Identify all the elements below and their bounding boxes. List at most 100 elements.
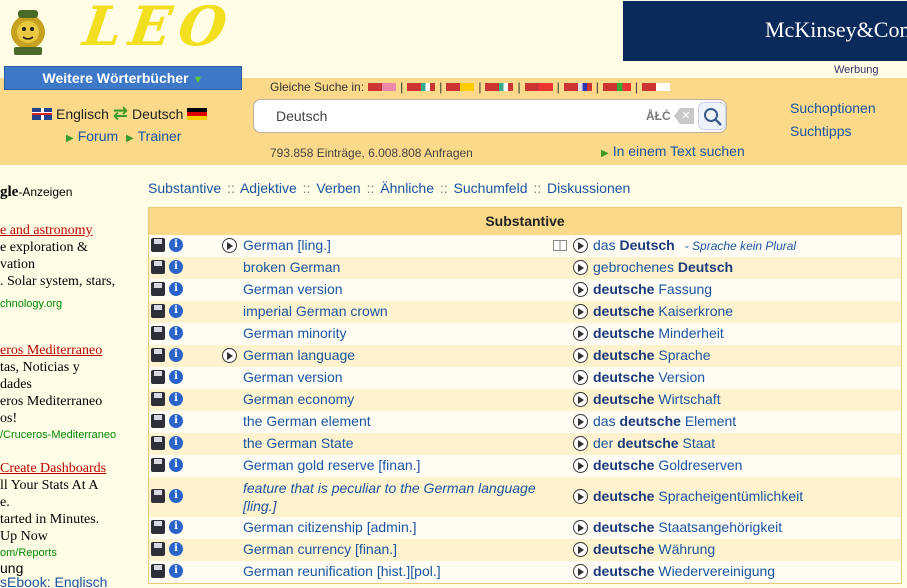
save-icon[interactable]: [151, 489, 165, 503]
text-search-link[interactable]: ▶ In einem Text suchen: [601, 143, 745, 159]
flag-pair-icon[interactable]: [407, 83, 436, 91]
nav-substantive[interactable]: Substantive: [148, 180, 221, 196]
english-term[interactable]: broken German: [243, 259, 340, 275]
ad-banner[interactable]: McKinsey&Company: [623, 1, 907, 61]
nav-adjektive[interactable]: Adjektive: [240, 180, 297, 196]
save-icon[interactable]: [151, 564, 165, 578]
lang-from[interactable]: Englisch: [56, 106, 109, 122]
english-term[interactable]: German currency [finan.]: [243, 541, 397, 557]
play-audio-icon[interactable]: [573, 436, 588, 451]
lang-to[interactable]: Deutsch: [132, 106, 183, 122]
info-icon[interactable]: i: [169, 520, 183, 534]
play-audio-icon[interactable]: [573, 304, 588, 319]
german-term[interactable]: deutsche Sprache: [593, 347, 711, 363]
play-audio-icon[interactable]: [222, 348, 237, 363]
save-icon[interactable]: [151, 436, 165, 450]
english-term[interactable]: the German State: [243, 435, 354, 451]
ad-title[interactable]: e and astronomy: [0, 222, 142, 239]
english-term[interactable]: German version: [243, 281, 343, 297]
info-icon[interactable]: i: [169, 260, 183, 274]
german-term[interactable]: deutsche Staatsangehörigkeit: [593, 519, 782, 535]
save-icon[interactable]: [151, 542, 165, 556]
ad-title[interactable]: eros Mediterraneo: [0, 342, 142, 359]
forum-link[interactable]: Forum: [78, 128, 118, 144]
save-icon[interactable]: [151, 326, 165, 340]
german-term[interactable]: gebrochenes Deutsch: [593, 259, 733, 275]
english-term[interactable]: German economy: [243, 391, 354, 407]
play-audio-icon[interactable]: [573, 520, 588, 535]
ad-block[interactable]: Create Dashboards ll Your Stats At A e. …: [0, 460, 142, 562]
info-icon[interactable]: i: [169, 348, 183, 362]
nav-aehnliche[interactable]: Ähnliche: [380, 180, 434, 196]
nav-verben[interactable]: Verben: [316, 180, 360, 196]
flag-pair-icon[interactable]: [446, 83, 475, 91]
ad-block[interactable]: eros Mediterraneo tas, Noticias y dades …: [0, 342, 142, 444]
english-term[interactable]: German minority: [243, 325, 346, 341]
german-term[interactable]: deutsche Spracheigentümlichkeit: [593, 488, 803, 504]
save-icon[interactable]: [151, 520, 165, 534]
flag-pair-icon[interactable]: [485, 83, 514, 91]
special-characters-button[interactable]: ÅŁĊ: [646, 109, 671, 123]
english-term[interactable]: imperial German crown: [243, 303, 388, 319]
ad-url[interactable]: chnology.org: [0, 296, 142, 313]
german-term[interactable]: der deutsche Staat: [593, 435, 715, 451]
flag-pair-icon[interactable]: [524, 83, 553, 91]
info-icon[interactable]: i: [169, 326, 183, 340]
play-audio-icon[interactable]: [573, 282, 588, 297]
info-icon[interactable]: i: [169, 414, 183, 428]
info-icon[interactable]: i: [169, 370, 183, 384]
english-term[interactable]: the German element: [243, 413, 371, 429]
german-term[interactable]: das deutsche Element: [593, 413, 736, 429]
german-term[interactable]: deutsche Version: [593, 369, 705, 385]
flag-pair-icon[interactable]: [641, 83, 670, 91]
english-term[interactable]: German citizenship [admin.]: [243, 519, 417, 535]
book-icon[interactable]: [553, 240, 567, 251]
info-icon[interactable]: i: [169, 238, 183, 252]
more-dictionaries-button[interactable]: Weitere Wörterbücher ▼: [4, 66, 242, 90]
ebook-link[interactable]: sEbook: Englisch: [0, 574, 107, 588]
search-tips-link[interactable]: Suchtipps: [790, 120, 876, 143]
save-icon[interactable]: [151, 238, 165, 252]
german-term[interactable]: deutsche Wirtschaft: [593, 391, 721, 407]
info-icon[interactable]: i: [169, 282, 183, 296]
play-audio-icon[interactable]: [573, 260, 588, 275]
info-icon[interactable]: i: [169, 489, 183, 503]
search-options-link[interactable]: Suchoptionen: [790, 97, 876, 120]
play-audio-icon[interactable]: [573, 458, 588, 473]
leo-logo-text[interactable]: LEO: [80, 0, 239, 58]
info-icon[interactable]: i: [169, 436, 183, 450]
info-icon[interactable]: i: [169, 542, 183, 556]
ad-url[interactable]: /Cruceros-Mediterraneo: [0, 427, 142, 444]
save-icon[interactable]: [151, 392, 165, 406]
english-term[interactable]: feature that is peculiar to the German l…: [243, 479, 553, 515]
save-icon[interactable]: [151, 458, 165, 472]
info-icon[interactable]: i: [169, 392, 183, 406]
search-input[interactable]: [276, 108, 636, 124]
info-icon[interactable]: i: [169, 564, 183, 578]
save-icon[interactable]: [151, 414, 165, 428]
save-icon[interactable]: [151, 370, 165, 384]
info-icon[interactable]: i: [169, 304, 183, 318]
play-audio-icon[interactable]: [573, 542, 588, 557]
ad-title[interactable]: Create Dashboards: [0, 460, 142, 477]
german-term[interactable]: das Deutsch - Sprache kein Plural: [593, 237, 796, 253]
play-audio-icon[interactable]: [222, 238, 237, 253]
ad-block[interactable]: e and astronomy e exploration & vation .…: [0, 222, 142, 313]
save-icon[interactable]: [151, 304, 165, 318]
german-term[interactable]: deutsche Fassung: [593, 281, 712, 297]
english-term[interactable]: German version: [243, 369, 343, 385]
save-icon[interactable]: [151, 282, 165, 296]
german-term[interactable]: deutsche Goldreserven: [593, 457, 742, 473]
leo-lion-logo[interactable]: [6, 4, 52, 56]
play-audio-icon[interactable]: [573, 564, 588, 579]
play-audio-icon[interactable]: [573, 370, 588, 385]
play-audio-icon[interactable]: [573, 392, 588, 407]
english-term[interactable]: German reunification [hist.][pol.]: [243, 563, 441, 579]
play-audio-icon[interactable]: [573, 489, 588, 504]
german-term[interactable]: deutsche Kaiserkrone: [593, 303, 733, 319]
german-term[interactable]: deutsche Währung: [593, 541, 715, 557]
trainer-link[interactable]: Trainer: [138, 128, 182, 144]
clear-icon[interactable]: ✕: [674, 108, 694, 124]
save-icon[interactable]: [151, 348, 165, 362]
flag-pair-icon[interactable]: [602, 83, 631, 91]
